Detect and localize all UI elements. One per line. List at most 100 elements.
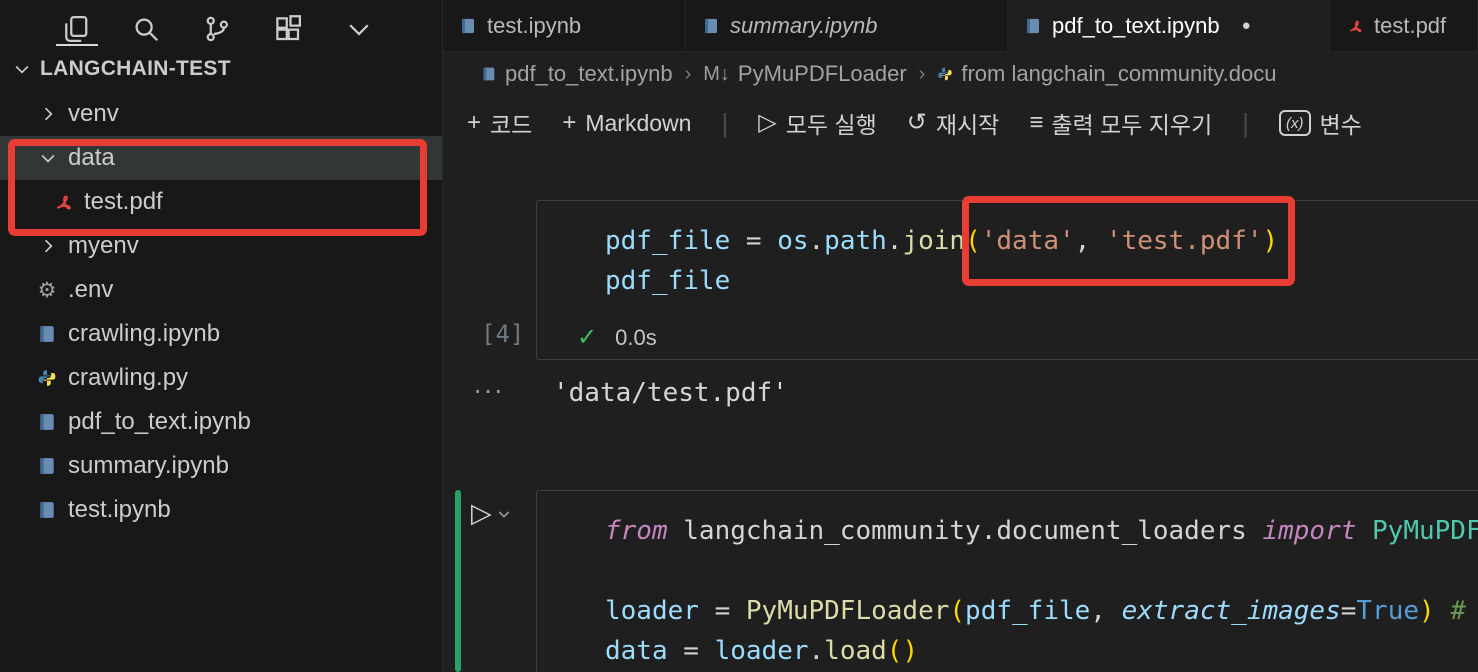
editor-tab-bar: test.ipynb summary.ipynb pdf_to_text.ipy… bbox=[443, 0, 1478, 52]
tree-item-crawling-ipynb[interactable]: crawling.ipynb bbox=[0, 312, 442, 356]
tab-label: test.pdf bbox=[1374, 12, 1447, 38]
toolbar-divider: | bbox=[1242, 107, 1250, 138]
tab-label: summary.ipynb bbox=[730, 12, 878, 38]
restart-icon: ↺ bbox=[906, 109, 927, 136]
add-markdown-label: Markdown bbox=[585, 109, 692, 136]
run-cell-button[interactable]: ▷ bbox=[471, 498, 512, 529]
active-view-indicator bbox=[56, 44, 98, 46]
run-all-button[interactable]: ▷ 모두 실행 bbox=[758, 106, 877, 140]
chevron-down-icon[interactable] bbox=[344, 14, 374, 44]
tree-item-data-folder[interactable]: data bbox=[0, 136, 442, 180]
notebook-file-icon bbox=[36, 455, 58, 477]
breadcrumb-section-label: PyMuPDFLoader bbox=[737, 61, 907, 86]
code-editor[interactable]: from langchain_community.document_loader… bbox=[537, 491, 1478, 671]
run-all-icon: ▷ bbox=[758, 109, 777, 136]
tree-item-env[interactable]: ⚙ .env bbox=[0, 268, 442, 312]
breadcrumb-separator: › bbox=[684, 62, 692, 85]
output-menu-icon[interactable]: ··· bbox=[473, 374, 504, 406]
unsaved-dot-icon[interactable]: ● bbox=[1242, 17, 1251, 34]
tree-item-label: pdf_to_text.ipynb bbox=[68, 408, 251, 435]
tab-summary-ipynb[interactable]: summary.ipynb bbox=[686, 0, 1008, 51]
breadcrumb-file[interactable]: pdf_to_text.ipynb bbox=[481, 61, 673, 87]
breadcrumb-code-cell[interactable]: from langchain_community.docu bbox=[937, 61, 1276, 87]
search-icon[interactable] bbox=[131, 14, 161, 44]
extensions-icon[interactable] bbox=[273, 14, 303, 44]
tree-item-pdf-to-text-ipynb[interactable]: pdf_to_text.ipynb bbox=[0, 400, 442, 444]
success-check-icon: ✓ bbox=[577, 324, 598, 351]
chevron-right-icon bbox=[44, 107, 53, 121]
add-markdown-cell-button[interactable]: + Markdown bbox=[562, 110, 691, 137]
explorer-copy-icon[interactable] bbox=[60, 14, 90, 44]
tree-item-summary-ipynb[interactable]: summary.ipynb bbox=[0, 444, 442, 488]
python-file-icon bbox=[938, 67, 953, 81]
notebook-file-icon bbox=[462, 18, 474, 33]
breadcrumb-file-label: pdf_to_text.ipynb bbox=[505, 61, 673, 86]
tree-item-label: test.ipynb bbox=[68, 496, 171, 523]
add-code-label: 코드 bbox=[490, 112, 533, 138]
add-code-cell-button[interactable]: + 코드 bbox=[467, 106, 532, 140]
plus-icon: + bbox=[562, 109, 577, 136]
toolbar-divider: | bbox=[721, 107, 729, 138]
breadcrumb-separator: › bbox=[918, 62, 926, 85]
notebook-editor: pdf_file = os.path.join('data', 'test.pd… bbox=[443, 150, 1478, 672]
execution-time: 0.0s bbox=[615, 324, 657, 350]
variables-label: 변수 bbox=[1319, 112, 1362, 138]
execution-count: [4] bbox=[481, 320, 525, 348]
tree-item-label: crawling.py bbox=[68, 364, 189, 391]
tree-item-venv[interactable]: venv bbox=[0, 92, 442, 136]
breadcrumb: pdf_to_text.ipynb › M↓ PyMuPDFLoader › f… bbox=[443, 52, 1478, 96]
pdf-file-icon bbox=[52, 191, 74, 213]
pdf-file-icon bbox=[1350, 20, 1362, 32]
notebook-toolbar: + 코드 + Markdown | ▷ 모두 실행 ↺ 재시작 ≡ 출력 모두 … bbox=[443, 96, 1478, 150]
notebook-file-icon bbox=[36, 499, 58, 521]
variables-button[interactable]: (x) 변수 bbox=[1279, 106, 1362, 140]
notebook-file-icon bbox=[1027, 18, 1039, 33]
tree-item-test-pdf[interactable]: test.pdf bbox=[0, 180, 442, 224]
tree-item-label: summary.ipynb bbox=[68, 452, 229, 479]
clear-outputs-label: 출력 모두 지우기 bbox=[1051, 112, 1213, 138]
tree-item-test-ipynb[interactable]: test.ipynb bbox=[0, 488, 442, 532]
cell-execution-status: ✓ 0.0s bbox=[577, 323, 657, 352]
source-control-icon[interactable] bbox=[202, 14, 232, 44]
file-tree: venv data test.pdf myenv ⚙ .env crawling… bbox=[0, 92, 442, 532]
chevron-down-icon bbox=[15, 65, 29, 74]
breadcrumb-section[interactable]: M↓ PyMuPDFLoader bbox=[703, 61, 906, 87]
notebook-file-icon bbox=[483, 67, 495, 81]
chevron-down-icon bbox=[41, 154, 55, 163]
clear-outputs-icon: ≡ bbox=[1029, 109, 1043, 136]
tree-item-label: .env bbox=[68, 276, 114, 303]
cell-output: 'data/test.pdf' bbox=[553, 378, 788, 408]
tab-label: pdf_to_text.ipynb bbox=[1052, 12, 1220, 38]
tree-item-label: data bbox=[68, 144, 115, 171]
code-editor[interactable]: pdf_file = os.path.join('data', 'test.pd… bbox=[537, 201, 1478, 301]
plus-icon: + bbox=[467, 109, 482, 136]
tab-test-ipynb[interactable]: test.ipynb bbox=[443, 0, 686, 51]
chevron-down-icon bbox=[498, 510, 509, 518]
notebook-file-icon bbox=[36, 323, 58, 345]
tree-item-label: myenv bbox=[68, 232, 139, 259]
code-cell-2[interactable]: from langchain_community.document_loader… bbox=[536, 490, 1478, 672]
tree-item-label: crawling.ipynb bbox=[68, 320, 221, 347]
clear-outputs-button[interactable]: ≡ 출력 모두 지우기 bbox=[1029, 106, 1212, 140]
run-cell-icon: ▷ bbox=[471, 498, 492, 528]
breadcrumb-code-label: from langchain_community.docu bbox=[961, 61, 1277, 86]
tree-item-myenv[interactable]: myenv bbox=[0, 224, 442, 268]
python-file-icon bbox=[36, 367, 58, 389]
explorer-sidebar: LANGCHAIN-TEST venv data test.pdf myenv … bbox=[0, 0, 443, 672]
variables-icon: (x) bbox=[1279, 110, 1311, 136]
tree-item-crawling-py[interactable]: crawling.py bbox=[0, 356, 442, 400]
restart-label: 재시작 bbox=[935, 112, 1000, 138]
restart-kernel-button[interactable]: ↺ 재시작 bbox=[907, 106, 1000, 140]
tab-label: test.ipynb bbox=[487, 12, 582, 38]
tree-item-label: test.pdf bbox=[84, 188, 163, 215]
workspace-title: LANGCHAIN-TEST bbox=[40, 57, 231, 80]
gear-icon: ⚙ bbox=[37, 278, 57, 302]
sidebar-icon-bar bbox=[0, 0, 442, 46]
notebook-file-icon bbox=[705, 18, 717, 33]
markdown-cell-icon: M↓ bbox=[703, 62, 730, 85]
workspace-header[interactable]: LANGCHAIN-TEST bbox=[0, 46, 442, 92]
tab-test-pdf[interactable]: test.pdf bbox=[1330, 0, 1478, 51]
notebook-file-icon bbox=[36, 411, 58, 433]
tab-pdf-to-text-ipynb[interactable]: pdf_to_text.ipynb ● bbox=[1008, 0, 1330, 51]
code-cell-1[interactable]: pdf_file = os.path.join('data', 'test.pd… bbox=[536, 200, 1478, 360]
